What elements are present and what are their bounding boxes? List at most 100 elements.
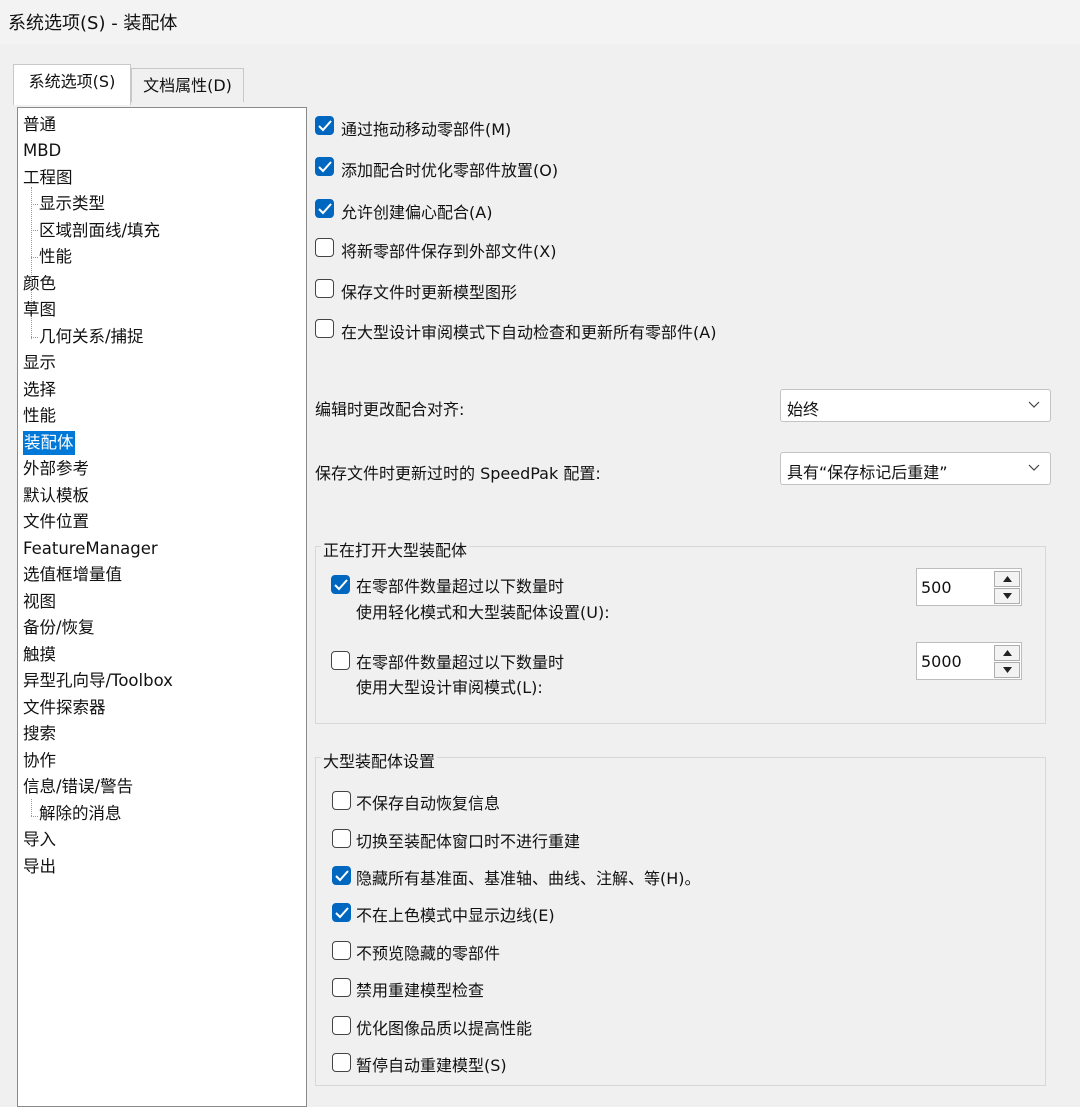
option-checkbox[interactable] — [331, 651, 350, 670]
tree-item-backup-recover[interactable]: 备份/恢复 — [23, 616, 95, 640]
checkmark-icon — [335, 870, 349, 882]
tree-item-default-templates[interactable]: 默认模板 — [23, 484, 89, 508]
no-auto-recover-label[interactable]: 不保存自动恢复信息 — [356, 790, 500, 814]
tree-guide — [31, 799, 32, 816]
arrow-down-icon — [1003, 667, 1012, 673]
tree-item-export[interactable]: 导出 — [23, 855, 56, 879]
tree-guide — [31, 230, 38, 231]
option-misaligned-mates-label[interactable]: 允许创建偏心配合(A) — [341, 199, 492, 223]
speedpak-select[interactable]: 具有“保存标记后重建” — [780, 452, 1051, 485]
tree-item-file-explorer[interactable]: 文件探索器 — [23, 696, 106, 720]
spin-down-button[interactable] — [994, 662, 1020, 678]
arrow-up-icon — [1003, 576, 1012, 582]
options-tree[interactable]: 普通 MBD 工程图 显示类型 区域剖面线/填充 性能 颜色 草图 几何关系/捕… — [17, 107, 307, 1107]
ldr-threshold-line1[interactable]: 在零部件数量超过以下数量时 — [356, 649, 564, 673]
option-checkbox[interactable] — [332, 791, 351, 810]
tree-item-relations-snaps[interactable]: 几何关系/捕捉 — [39, 325, 144, 349]
tab-document-properties[interactable]: 文档属性(D) — [131, 68, 244, 102]
optimize-image-quality-label[interactable]: 优化图像品质以提高性能 — [356, 1015, 532, 1039]
tree-item-search[interactable]: 搜索 — [23, 722, 56, 746]
option-checkbox[interactable] — [332, 829, 351, 848]
hide-planes-axes-label[interactable]: 隐藏所有基准面、基准轴、曲线、注解、等(H)。 — [356, 865, 701, 889]
lightweight-threshold-line2[interactable]: 使用轻化模式和大型装配体设置(U): — [356, 599, 610, 623]
option-checkbox[interactable] — [315, 116, 334, 135]
chevron-down-icon — [1028, 464, 1040, 471]
option-update-graphics-label[interactable]: 保存文件时更新模型图形 — [341, 279, 517, 303]
option-checkbox[interactable] — [315, 199, 334, 218]
tree-item-drawing-performance[interactable]: 性能 — [39, 245, 72, 269]
tree-item-display-style[interactable]: 显示类型 — [39, 192, 105, 216]
speedpak-label: 保存文件时更新过时的 SpeedPak 配置: — [315, 464, 601, 483]
tree-item-featuremanager[interactable]: FeatureManager — [23, 537, 158, 561]
option-checkbox[interactable] — [332, 866, 351, 885]
checkmark-icon — [334, 579, 348, 591]
ldr-threshold-spinner[interactable]: 5000 — [916, 642, 1022, 680]
tab-system-options[interactable]: 系统选项(S) — [13, 64, 131, 105]
option-save-external-label[interactable]: 将新零部件保存到外部文件(X) — [341, 238, 556, 262]
spin-up-button[interactable] — [994, 571, 1020, 587]
tree-item-general[interactable]: 普通 — [23, 113, 56, 137]
tree-item-hole-wizard-toolbox[interactable]: 异型孔向导/Toolbox — [23, 669, 173, 693]
option-checkbox[interactable] — [315, 157, 334, 176]
tree-guide — [31, 257, 38, 258]
tree-guide — [31, 204, 38, 205]
arrow-down-icon — [1003, 593, 1012, 599]
lightweight-threshold-line1[interactable]: 在零部件数量超过以下数量时 — [356, 573, 564, 597]
option-drag-move-label[interactable]: 通过拖动移动零部件(M) — [341, 116, 511, 140]
ldr-threshold-line2[interactable]: 使用大型设计审阅模式(L): — [356, 674, 543, 698]
tree-guide — [31, 337, 38, 338]
large-settings-title: 大型装配体设置 — [321, 748, 438, 772]
speedpak-value: 具有“保存标记后重建” — [787, 463, 948, 482]
lightweight-threshold-value[interactable]: 500 — [921, 578, 952, 597]
option-checkbox[interactable] — [332, 1053, 351, 1072]
tree-item-performance[interactable]: 性能 — [23, 404, 56, 428]
spin-up-button[interactable] — [994, 645, 1020, 661]
tree-item-messages[interactable]: 信息/错误/警告 — [23, 775, 133, 799]
no-rebuild-on-switch-label[interactable]: 切换至装配体窗口时不进行重建 — [356, 828, 580, 852]
option-auto-check-ldr-label[interactable]: 在大型设计审阅模式下自动检查和更新所有零部件(A) — [341, 319, 716, 343]
option-optimize-placement-label[interactable]: 添加配合时优化零部件放置(O) — [341, 157, 558, 181]
chevron-down-icon — [1028, 401, 1040, 408]
suspend-auto-rebuild-label[interactable]: 暂停自动重建模型(S) — [356, 1052, 507, 1076]
disable-verification-label[interactable]: 禁用重建模型检查 — [356, 977, 484, 1001]
checkmark-icon — [318, 120, 332, 132]
mate-align-select[interactable]: 始终 — [780, 389, 1051, 422]
mate-align-value: 始终 — [787, 400, 820, 419]
option-checkbox[interactable] — [332, 978, 351, 997]
option-checkbox[interactable] — [332, 941, 351, 960]
tree-item-view[interactable]: 视图 — [23, 590, 56, 614]
window-title: 系统选项(S) - 装配体 — [8, 13, 178, 34]
tree-item-assemblies[interactable]: 装配体 — [23, 431, 75, 455]
title-bar: 系统选项(S) - 装配体 — [0, 0, 1080, 44]
tree-item-spin-increments[interactable]: 选值框增量值 — [23, 563, 122, 587]
no-edges-shaded-label[interactable]: 不在上色模式中显示边线(E) — [356, 902, 555, 926]
spin-down-button[interactable] — [994, 588, 1020, 604]
tree-guide — [31, 816, 38, 817]
option-checkbox[interactable] — [332, 1016, 351, 1035]
option-checkbox[interactable] — [332, 903, 351, 922]
tree-item-touch[interactable]: 触摸 — [23, 643, 56, 667]
tree-item-external-references[interactable]: 外部参考 — [23, 457, 89, 481]
tree-item-drawings[interactable]: 工程图 — [23, 166, 73, 190]
arrow-up-icon — [1003, 650, 1012, 656]
no-preview-hidden-label[interactable]: 不预览隐藏的零部件 — [356, 940, 500, 964]
tree-item-sketch[interactable]: 草图 — [23, 298, 56, 322]
option-checkbox[interactable] — [315, 319, 334, 338]
ldr-threshold-value[interactable]: 5000 — [921, 652, 962, 671]
option-checkbox[interactable] — [315, 279, 334, 298]
tree-item-mbd[interactable]: MBD — [23, 139, 61, 163]
tree-item-selection[interactable]: 选择 — [23, 378, 56, 402]
lightweight-threshold-spinner[interactable]: 500 — [916, 568, 1022, 606]
mate-align-label: 编辑时更改配合对齐: — [315, 400, 465, 419]
option-checkbox[interactable] — [315, 238, 334, 257]
tree-item-collaboration[interactable]: 协作 — [23, 749, 56, 773]
tree-item-import[interactable]: 导入 — [23, 828, 56, 852]
tree-item-file-locations[interactable]: 文件位置 — [23, 510, 89, 534]
tree-item-dismissed-messages[interactable]: 解除的消息 — [39, 802, 122, 826]
tree-item-display[interactable]: 显示 — [23, 351, 56, 375]
tree-item-area-hatch[interactable]: 区域剖面线/填充 — [39, 219, 160, 243]
checkmark-icon — [318, 203, 332, 215]
opening-group-title: 正在打开大型装配体 — [321, 537, 470, 561]
tree-item-colors[interactable]: 颜色 — [23, 272, 56, 296]
option-checkbox[interactable] — [331, 575, 350, 594]
